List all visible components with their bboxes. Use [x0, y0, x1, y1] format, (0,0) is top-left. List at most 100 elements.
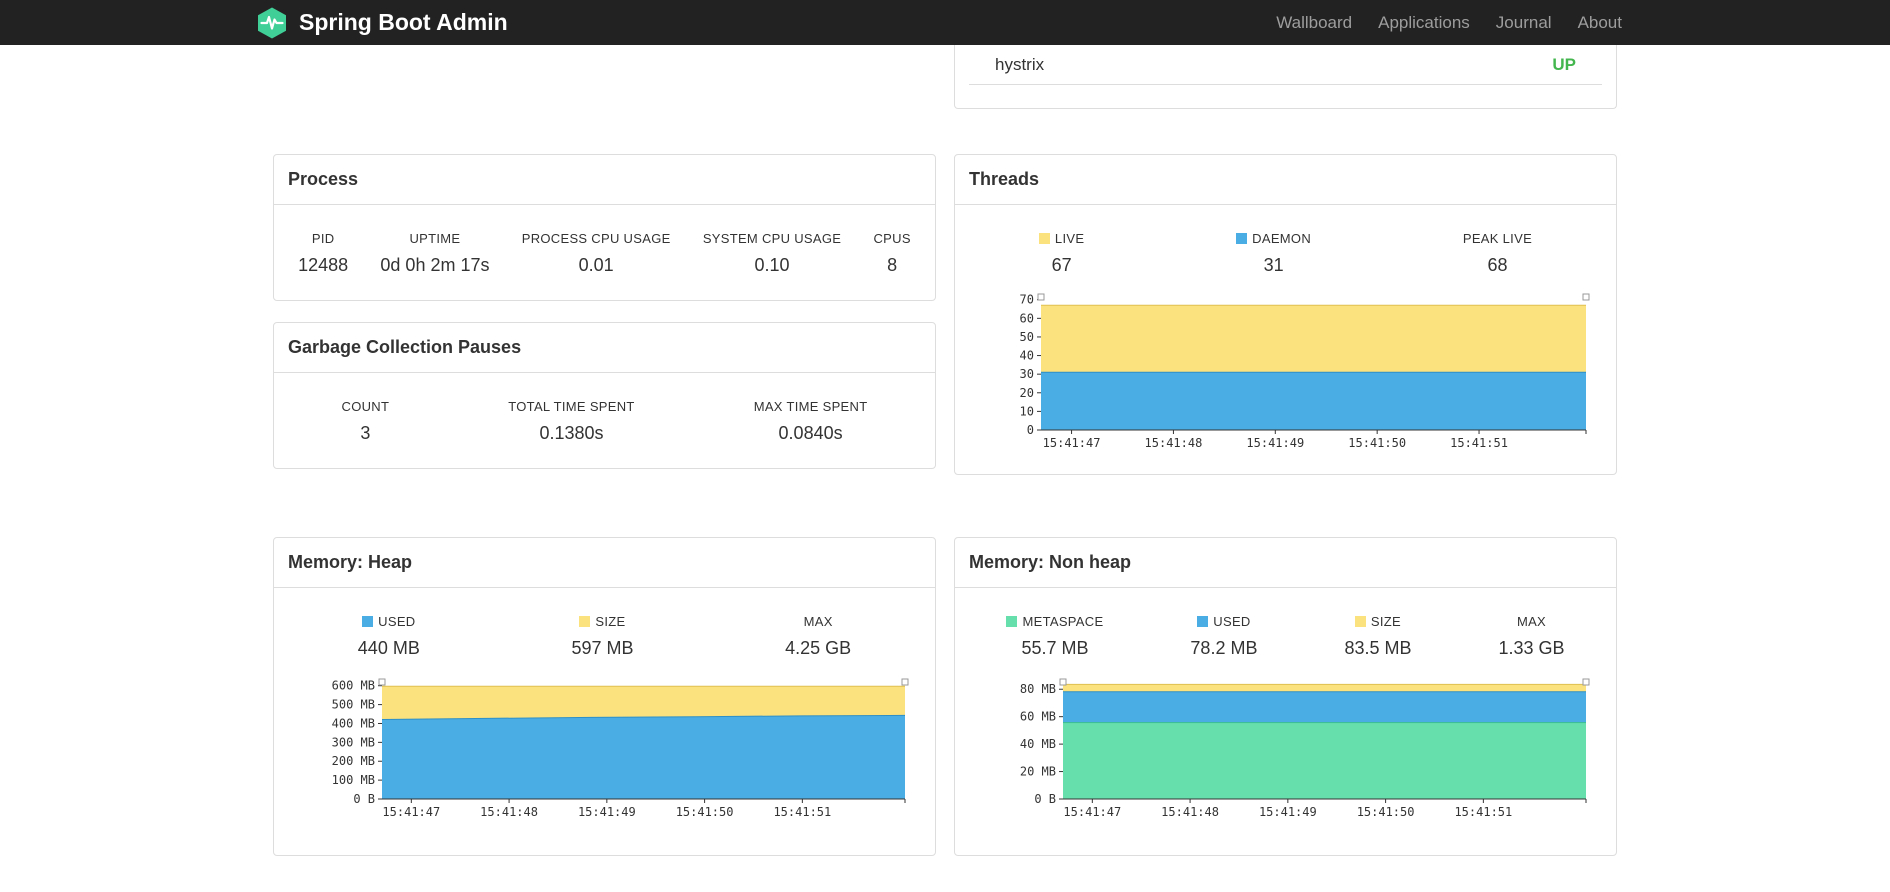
svg-text:30: 30: [1020, 367, 1034, 381]
legend-value: 67: [1051, 255, 1072, 275]
legend-item-size: SIZE 83.5 MB: [1344, 614, 1411, 659]
memory-heap-panel-title: Memory: Heap: [274, 538, 935, 588]
svg-text:15:41:48: 15:41:48: [1161, 805, 1219, 819]
memory-heap-chart[interactable]: 0 B 100 MB 200 MB 300 MB 400 MB 500 MB 600 MB 1…: [288, 673, 921, 825]
svg-text:15:41:47: 15:41:47: [382, 805, 440, 819]
legend-item-max: MAX 4.25 GB: [785, 614, 851, 659]
legend-label: USED: [358, 614, 420, 629]
stat-label: PROCESS CPU USAGE: [521, 231, 671, 246]
svg-text:80 MB: 80 MB: [1020, 682, 1056, 696]
applications-panel-partial: hystrix UP: [954, 45, 1617, 109]
svg-text:15:41:51: 15:41:51: [1450, 436, 1508, 450]
svg-text:15:41:50: 15:41:50: [1348, 436, 1406, 450]
svg-text:15:41:49: 15:41:49: [1246, 436, 1304, 450]
svg-text:0 B: 0 B: [353, 792, 375, 806]
threads-legend: LIVE 67 DAEMON 31 PEAK LIVE 68: [955, 205, 1616, 282]
heap-legend: USED 440 MB SIZE 597 MB MAX 4.25 GB: [274, 588, 935, 665]
stat-system-cpu-usage: SYSTEM CPU USAGE 0.10: [703, 231, 841, 276]
memory-nonheap-panel-title: Memory: Non heap: [955, 538, 1616, 588]
svg-text:40: 40: [1020, 349, 1034, 363]
legend-label: LIVE: [1038, 231, 1084, 246]
svg-text:15:41:47: 15:41:47: [1043, 436, 1101, 450]
svg-text:15:41:47: 15:41:47: [1063, 805, 1121, 819]
legend-item-used: USED 440 MB: [358, 614, 420, 659]
legend-label: USED: [1190, 614, 1257, 629]
stat-label: CPUS: [873, 231, 911, 246]
nav-item-about[interactable]: About: [1565, 13, 1635, 33]
stat-value: 0.1380s: [539, 423, 604, 443]
application-row-hystrix[interactable]: hystrix UP: [969, 45, 1602, 85]
svg-text:15:41:48: 15:41:48: [480, 805, 538, 819]
daemon-swatch-icon: [1236, 233, 1248, 244]
navbar: Spring Boot Admin Wallboard Applications…: [0, 0, 1890, 45]
svg-text:10: 10: [1020, 404, 1034, 418]
stat-label: UPTIME: [409, 231, 461, 246]
legend-label: METASPACE: [1006, 614, 1103, 629]
stat-label: SYSTEM CPU USAGE: [702, 231, 842, 246]
legend-label: MAX: [1516, 614, 1547, 629]
svg-text:50: 50: [1020, 330, 1034, 344]
stat-label: COUNT: [341, 399, 390, 414]
legend-label: PEAK LIVE: [1462, 231, 1533, 246]
svg-text:60: 60: [1020, 311, 1034, 325]
svg-text:400 MB: 400 MB: [332, 716, 375, 730]
svg-text:15:41:48: 15:41:48: [1145, 436, 1203, 450]
legend-label: MAX: [803, 614, 833, 629]
gc-panel-title: Garbage Collection Pauses: [274, 323, 935, 373]
stat-label: TOTAL TIME SPENT: [508, 399, 635, 414]
stat-value: 3: [360, 423, 371, 443]
legend-label: SIZE: [571, 614, 633, 629]
nav-item-applications[interactable]: Applications: [1365, 13, 1483, 33]
legend-value: 597 MB: [571, 638, 634, 658]
application-name: hystrix: [995, 55, 1045, 74]
live-swatch-icon: [1038, 233, 1050, 244]
brand-title: Spring Boot Admin: [299, 9, 508, 35]
svg-text:0: 0: [1027, 423, 1034, 437]
svg-text:15:41:51: 15:41:51: [773, 805, 831, 819]
stat-value: 8: [887, 255, 898, 275]
legend-value: 31: [1263, 255, 1284, 275]
legend-value: 55.7 MB: [1021, 638, 1089, 658]
legend-value: 83.5 MB: [1344, 638, 1412, 658]
svg-text:600 MB: 600 MB: [332, 679, 375, 693]
stat-value: 0.0840s: [778, 423, 843, 443]
nav-item-journal[interactable]: Journal: [1483, 13, 1565, 33]
stat-label: PID: [311, 231, 335, 246]
legend-value: 78.2 MB: [1190, 638, 1258, 658]
stat-value: 12488: [298, 255, 349, 275]
memory-nonheap-chart[interactable]: 0 B 20 MB 40 MB 60 MB 80 MB 15:41:47 15:41:48 1…: [969, 673, 1602, 825]
navbar-inner: Spring Boot Admin Wallboard Applications…: [255, 6, 1635, 40]
svg-text:0 B: 0 B: [1034, 792, 1056, 806]
legend-item-peak-live: PEAK LIVE 68: [1463, 231, 1532, 276]
right-column: Threads LIVE 67 DAEMON 31 PEAK LIVE 68 0…: [954, 154, 1617, 475]
legend-value: 440 MB: [357, 638, 420, 658]
stat-value: 0d 0h 2m 17s: [380, 255, 490, 275]
threads-chart[interactable]: 0 10 20 30 40 50 60 70 15:41:47 15:41:48 15:41:49 1…: [969, 288, 1602, 456]
stat-pid: PID 12488: [298, 231, 348, 276]
svg-text:40 MB: 40 MB: [1020, 737, 1056, 751]
svg-text:100 MB: 100 MB: [332, 773, 375, 787]
svg-text:300 MB: 300 MB: [332, 735, 375, 749]
threads-panel: Threads LIVE 67 DAEMON 31 PEAK LIVE 68 0…: [954, 154, 1617, 475]
spring-boot-admin-logo-icon: [255, 6, 289, 40]
nav-links: Wallboard Applications Journal About: [1263, 13, 1635, 33]
process-panel-title: Process: [274, 155, 935, 205]
used-swatch-icon: [1197, 616, 1209, 627]
left-column: Process PID 12488 UPTIME 0d 0h 2m 17s PR…: [273, 154, 936, 490]
stat-uptime: UPTIME 0d 0h 2m 17s: [380, 231, 489, 276]
threads-panel-title: Threads: [955, 155, 1616, 205]
svg-text:70: 70: [1020, 293, 1034, 307]
svg-text:15:41:50: 15:41:50: [1357, 805, 1415, 819]
svg-text:60 MB: 60 MB: [1020, 710, 1056, 724]
svg-text:20: 20: [1020, 386, 1034, 400]
brand-link[interactable]: Spring Boot Admin: [255, 6, 508, 40]
legend-item-size: SIZE 597 MB: [571, 614, 633, 659]
legend-item-metaspace: METASPACE 55.7 MB: [1006, 614, 1103, 659]
stat-value: 0.10: [754, 255, 790, 275]
used-swatch-icon: [362, 616, 374, 627]
stat-cpus: CPUS 8: [873, 231, 910, 276]
nav-item-wallboard[interactable]: Wallboard: [1263, 13, 1365, 33]
legend-value: 68: [1487, 255, 1508, 275]
size-swatch-icon: [1354, 616, 1366, 627]
gc-panel: Garbage Collection Pauses COUNT 3 TOTAL …: [273, 322, 936, 469]
